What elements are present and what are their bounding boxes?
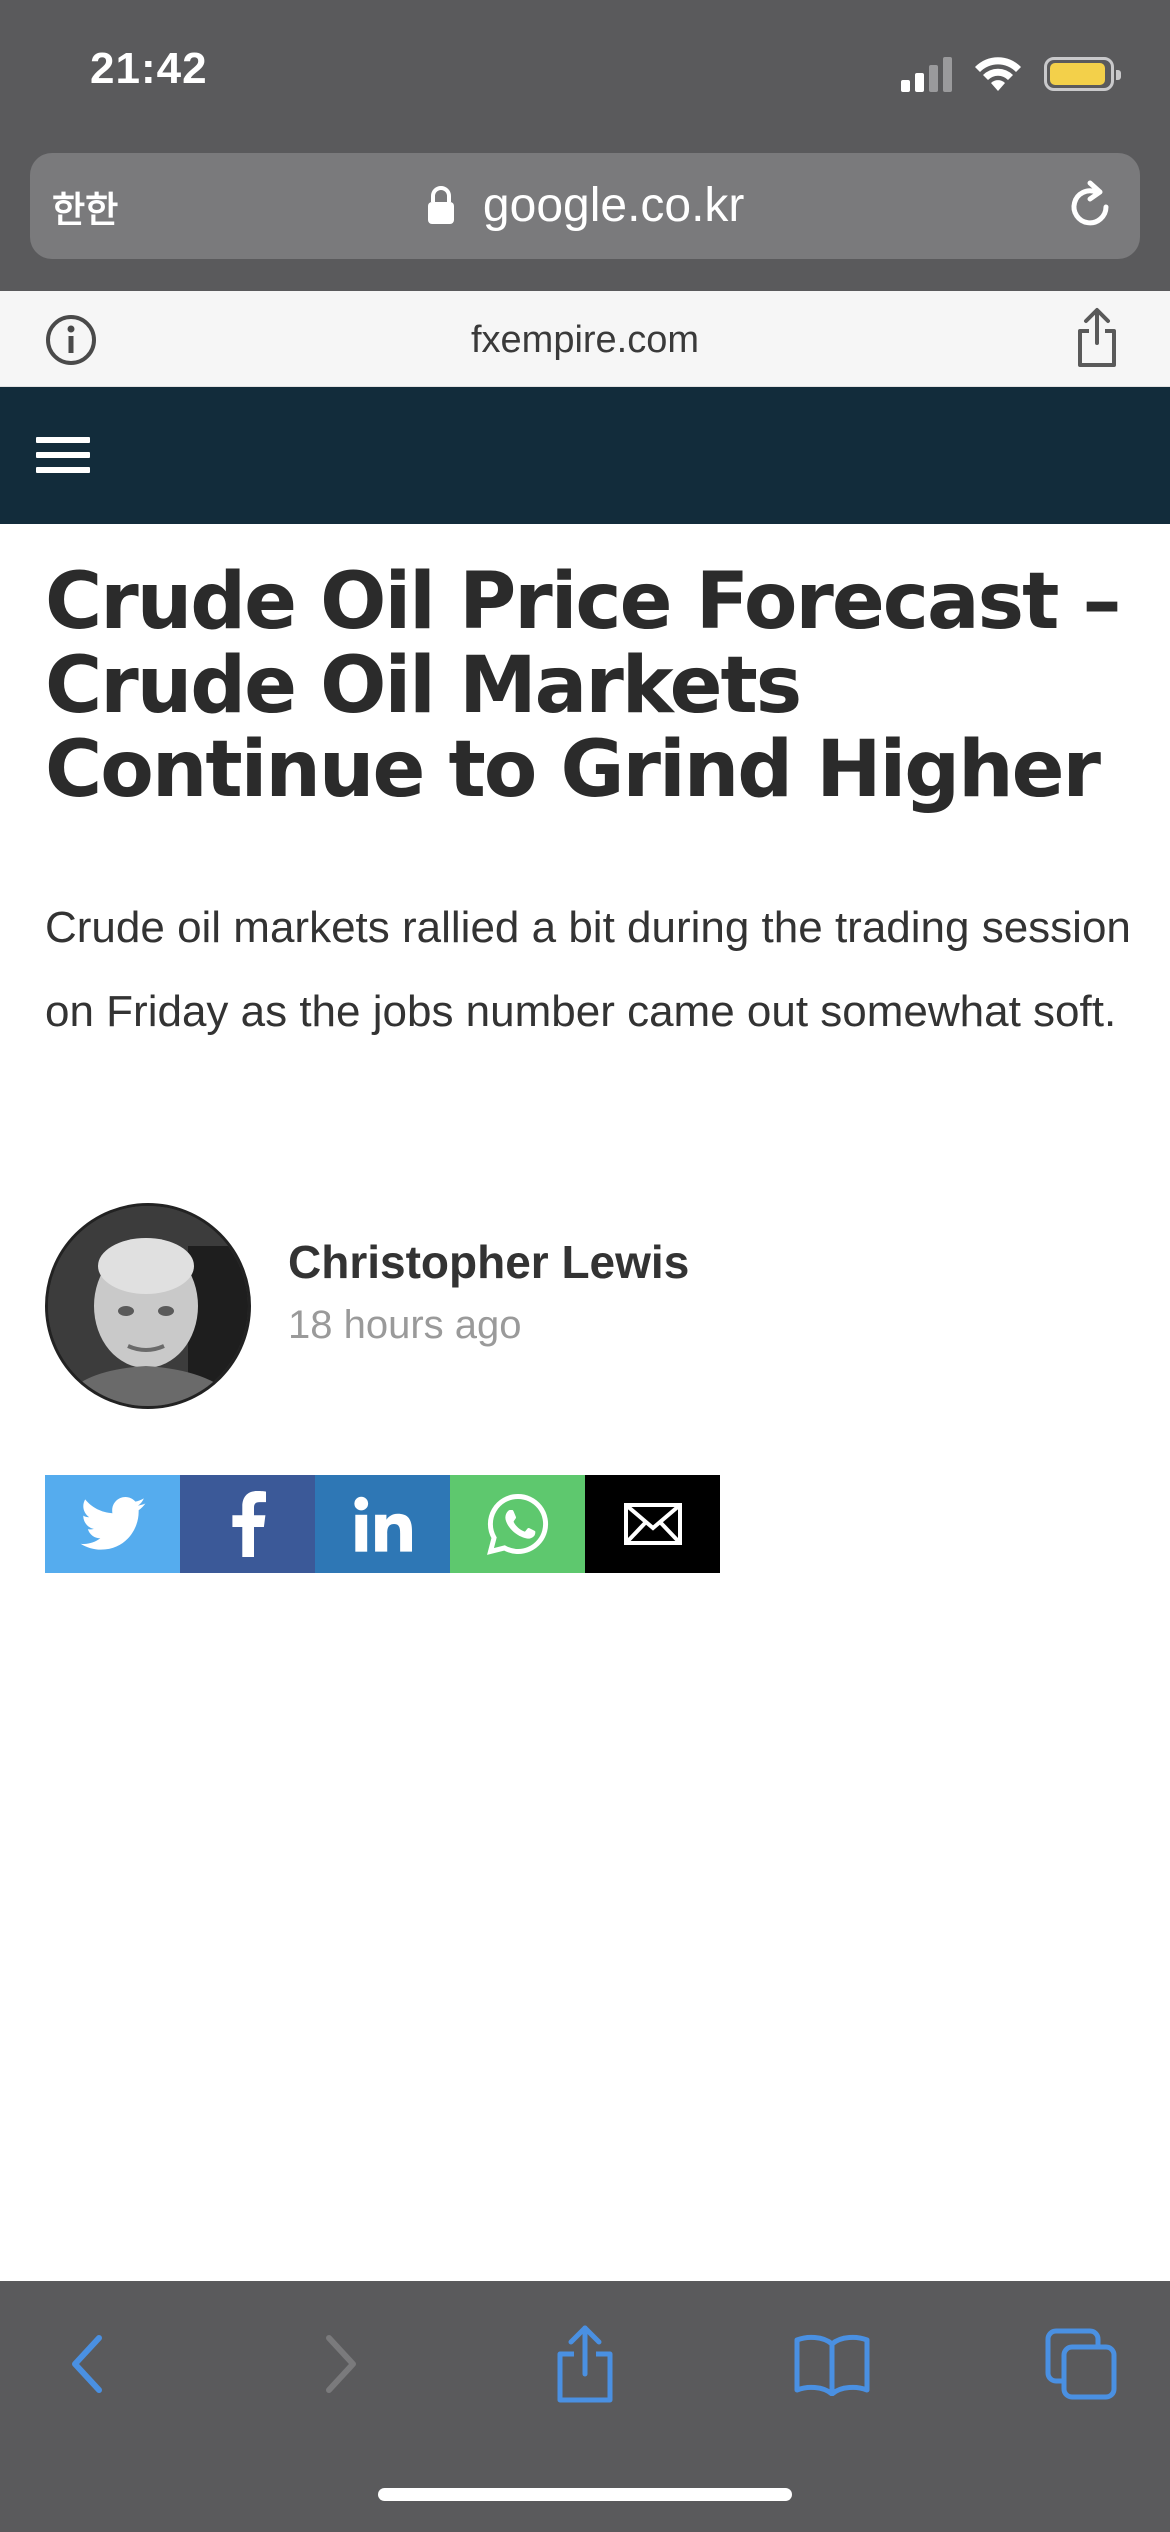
author-block: Christopher Lewis 18 hours ago (45, 1203, 745, 1409)
bookmarks-icon (794, 2334, 870, 2396)
published-time: 18 hours ago (288, 1303, 522, 1347)
person-photo-icon (48, 1206, 248, 1406)
site-info-bar: fxempire.com (0, 291, 1170, 387)
battery-icon (1044, 57, 1121, 91)
hamburger-menu-icon[interactable] (36, 437, 90, 473)
bookmarks-button[interactable] (787, 2319, 877, 2409)
share-icon (557, 2325, 613, 2403)
facebook-share-button[interactable] (180, 1475, 315, 1573)
lock-icon (427, 186, 454, 225)
cellular-signal-icon (901, 56, 952, 92)
facebook-f-icon (231, 1491, 266, 1557)
article-title: Crude Oil Price Forecast – Crude Oil Mar… (45, 557, 1122, 815)
author-name[interactable]: Christopher Lewis (288, 1235, 689, 1289)
tabs-button[interactable] (1036, 2319, 1126, 2409)
chevron-right-icon (326, 2335, 356, 2393)
twitter-bird-icon (80, 1497, 145, 1550)
home-indicator[interactable] (378, 2488, 792, 2501)
whatsapp-icon (486, 1494, 548, 1555)
url-display[interactable]: google.co.kr (30, 175, 1140, 233)
back-button[interactable] (42, 2319, 132, 2409)
linkedin-share-button[interactable] (315, 1475, 450, 1573)
status-time: 21:42 (90, 44, 208, 93)
wifi-icon (975, 57, 1021, 91)
forward-button[interactable] (296, 2319, 386, 2409)
linkedin-in-icon (353, 1496, 412, 1552)
site-header (0, 387, 1170, 524)
email-share-button[interactable] (585, 1475, 720, 1573)
twitter-share-button[interactable] (45, 1475, 180, 1573)
author-avatar[interactable] (45, 1203, 251, 1409)
share-buttons (45, 1475, 720, 1573)
share-icon[interactable] (1074, 307, 1120, 369)
address-bar[interactable]: 한한 google.co.kr (30, 153, 1140, 259)
envelope-icon (623, 1503, 682, 1545)
share-button[interactable] (540, 2319, 630, 2409)
chevron-left-icon (72, 2335, 102, 2393)
whatsapp-share-button[interactable] (450, 1475, 585, 1573)
status-icons (901, 50, 1121, 98)
site-domain: fxempire.com (470, 319, 700, 361)
reload-icon[interactable] (1062, 179, 1118, 235)
url-text: google.co.kr (482, 178, 745, 232)
browser-top-bar: 21:42 한한 google.co.kr (0, 0, 1170, 291)
article-summary: Crude oil markets rallied a bit during t… (45, 903, 1131, 1036)
tabs-icon (1045, 2328, 1117, 2400)
